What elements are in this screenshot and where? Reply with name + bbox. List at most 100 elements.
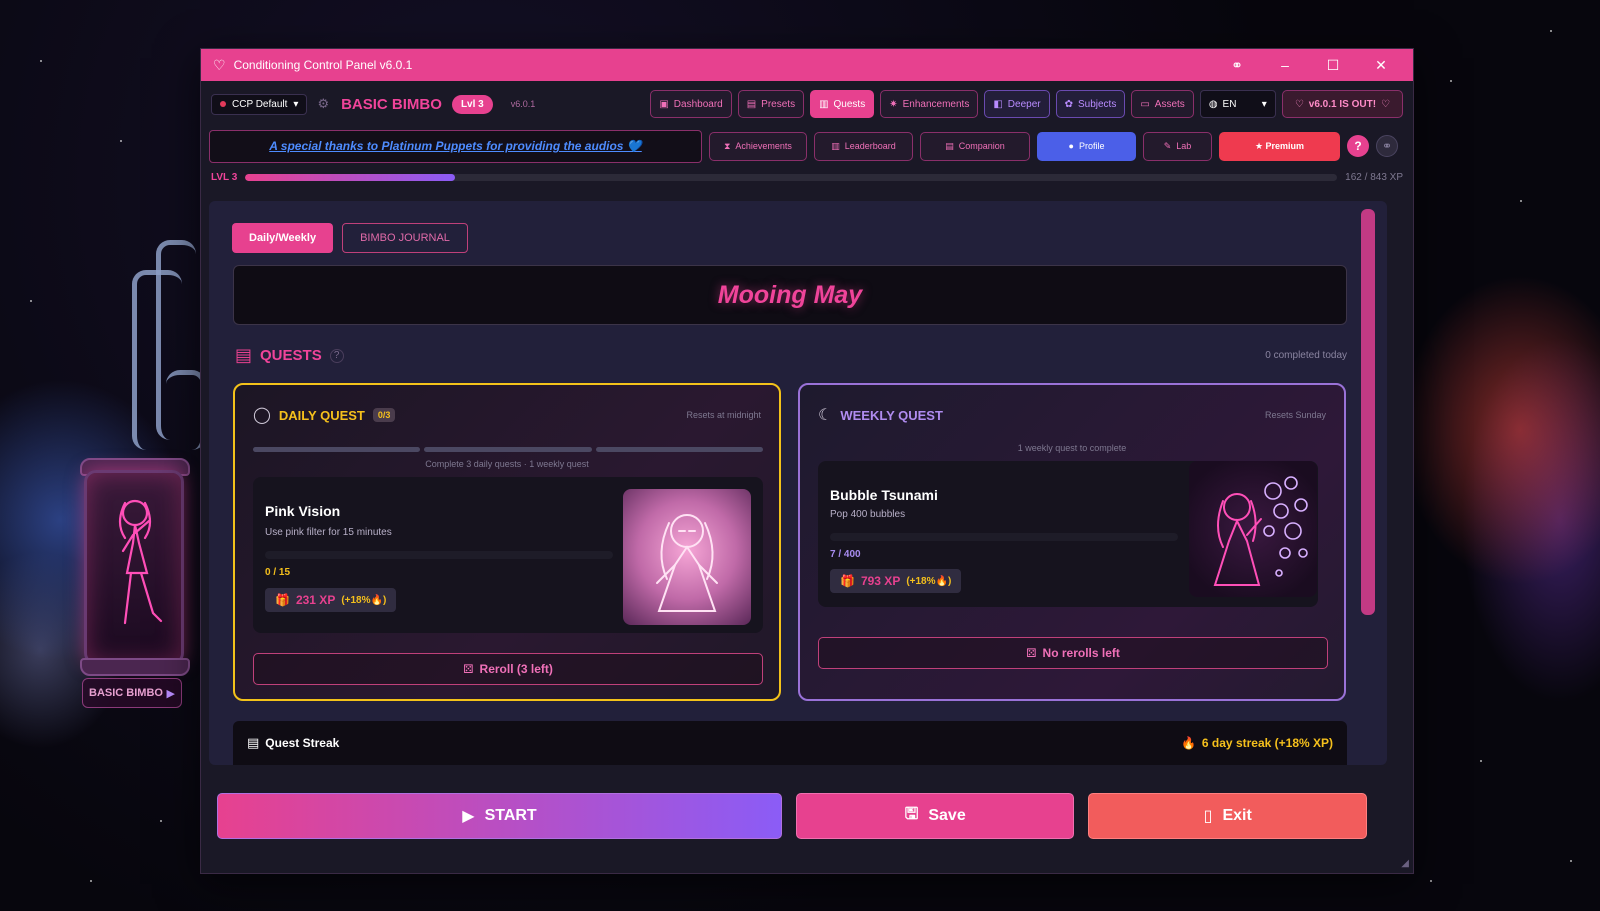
quest-streak-row: ▤ Quest Streak 🔥 6 day streak (+18% XP) [233, 721, 1347, 765]
nav-label: Subjects [1077, 98, 1117, 110]
weekly-progress-bar [830, 533, 1178, 541]
status-dot [220, 101, 226, 107]
quests-help-icon[interactable]: ? [329, 348, 344, 363]
weekly-quest-details: Bubble Tsunami Pop 400 bubbles 7 / 400 🎁… [818, 461, 1318, 607]
quest-streak-label: Quest Streak [265, 736, 340, 750]
profile-dropdown[interactable]: CCP Default ▾ [211, 93, 308, 115]
exit-label: Exit [1222, 807, 1252, 824]
chart-icon: ▥ [831, 140, 840, 151]
daily-quest-card: ◯ DAILY QUEST 0/3 Resets at midnight Com… [233, 383, 781, 701]
heart-icon: ♡ [213, 56, 226, 73]
gear-icon[interactable]: ⚙ [317, 96, 329, 112]
pod-play-button[interactable]: BASIC BIMBO ▶ [82, 678, 182, 708]
weekly-reset-note: Resets Sunday [1264, 410, 1326, 420]
secondary-toolbar: A special thanks to Platinum Puppets for… [201, 127, 1413, 165]
daily-caption: Complete 3 daily quests · 1 weekly quest [425, 459, 589, 469]
daily-reroll-button[interactable]: ⚄ Reroll (3 left) [253, 653, 763, 685]
streak-text: 6 day streak (+18% XP) [1201, 736, 1333, 750]
chevron-down-icon: ▾ [293, 98, 299, 110]
link-icon[interactable]: ⚭ [1217, 57, 1257, 74]
button-label: ★ Premium [1254, 140, 1305, 151]
xp-value: 793 XP [860, 574, 901, 588]
companion-icon: ▤ [945, 140, 954, 151]
quest-streak-value: 🔥 6 day streak (+18% XP) [1181, 736, 1333, 750]
help-button[interactable]: ? [1347, 135, 1369, 157]
window-title: Conditioning Control Panel v6.0.1 [233, 58, 413, 72]
nav-dashboard[interactable]: ▣ Dashboard [650, 90, 732, 118]
tab-daily-weekly[interactable]: Daily/Weekly [232, 223, 334, 253]
daily-quest-name: Pink Vision [265, 503, 341, 519]
play-icon: ▶ [462, 808, 475, 825]
nav-label: Quests [833, 98, 866, 110]
button-label: Achievements [735, 141, 792, 151]
calendar-icon: ▤ [247, 735, 260, 750]
daily-reset-note: Resets at midnight [686, 410, 761, 420]
profile-button[interactable]: ● Profile [1037, 131, 1136, 161]
nav-deeper[interactable]: ◧ Deeper [984, 90, 1050, 118]
gift-icon: 🎁 [275, 593, 290, 607]
start-label: START [484, 807, 537, 824]
link-icon[interactable]: ⚭ [1376, 135, 1398, 157]
pink-vision-illustration [656, 514, 718, 612]
dice-icon: ⚄ [463, 662, 474, 676]
subjects-icon: ✿ [1064, 98, 1073, 110]
minimize-button[interactable]: – [1265, 57, 1305, 73]
dashboard-icon: ▣ [659, 98, 669, 110]
gift-icon: 🎁 [840, 574, 855, 588]
button-label: Lab [1176, 141, 1192, 151]
door-icon: ▯ [1203, 808, 1213, 825]
play-icon: ▶ [166, 687, 175, 700]
floppy-icon: 🖫 [904, 805, 919, 823]
achievements-button[interactable]: ⧗ Achievements [709, 131, 807, 161]
flame-icon: 🔥 [1180, 736, 1196, 750]
nav-label: Assets [1154, 98, 1185, 110]
nav-assets[interactable]: ▭ Assets [1131, 90, 1194, 118]
xp-level-label: LVL 3 [211, 171, 238, 183]
segment [595, 447, 763, 452]
nav-presets[interactable]: ▤ Presets [737, 90, 805, 118]
save-button[interactable]: 🖫 Save [795, 793, 1075, 839]
start-button[interactable]: ▶ START [217, 793, 782, 839]
heart-icon: ♡ [1381, 98, 1390, 110]
quest-tabs: Daily/Weekly BIMBO JOURNAL [232, 223, 468, 253]
heart-icon: ♡ [1294, 98, 1304, 110]
close-button[interactable]: ✕ [1361, 57, 1401, 74]
presets-icon: ▤ [746, 98, 757, 110]
weekly-quest-image [1189, 461, 1317, 597]
user-icon: ● [1068, 141, 1074, 151]
leaderboard-button[interactable]: ▥ Leaderboard [814, 131, 913, 161]
resize-grip-icon[interactable]: ◢ [1401, 858, 1409, 869]
language-select[interactable]: ◍ EN ▾ [1199, 90, 1276, 118]
daily-quest-description: Use pink filter for 15 minutes [265, 527, 392, 538]
weekly-reroll-button[interactable]: ⚄ No rerolls left [818, 637, 1328, 669]
companion-button[interactable]: ▤ Companion [920, 131, 1030, 161]
lab-button[interactable]: ✎ Lab [1143, 131, 1212, 161]
premium-button[interactable]: ★ Premium [1219, 131, 1340, 161]
quests-title: QUESTS [260, 347, 322, 364]
tab-bimbo-journal[interactable]: BIMBO JOURNAL [342, 223, 468, 253]
nav-quests[interactable]: ▥ Quests [810, 90, 875, 118]
chevron-down-icon: ▾ [1261, 98, 1267, 110]
scrollbar[interactable] [1361, 209, 1375, 615]
exit-button[interactable]: ▯ Exit [1088, 793, 1367, 839]
daily-quest-count: 0/3 [372, 408, 396, 422]
xp-progress-fill [245, 173, 455, 181]
button-label: Profile [1078, 141, 1105, 151]
pod-base [80, 658, 190, 676]
save-label: Save [928, 807, 966, 824]
reroll-label: No rerolls left [1042, 646, 1120, 660]
nav-enhancements[interactable]: ✷ Enhancements [880, 90, 979, 118]
thanks-link[interactable]: A special thanks to Platinum Puppets for… [269, 139, 642, 153]
nav-subjects[interactable]: ✿ Subjects [1055, 90, 1126, 118]
profile-dropdown-value: CCP Default [232, 98, 288, 110]
quests-panel: Daily/Weekly BIMBO JOURNAL Mooing May ▤ … [209, 201, 1387, 765]
xp-value: 231 XP [295, 593, 336, 607]
circle-icon: ◯ [253, 407, 271, 424]
update-notice-button[interactable]: ♡ v6.0.1 IS OUT! ♡ [1281, 90, 1403, 118]
daily-quest-image [623, 489, 751, 625]
daily-progress-text: 0 / 15 [265, 567, 291, 578]
title-bar: ♡ Conditioning Control Panel v6.0.1 ⚭ – … [201, 49, 1413, 81]
language-value: EN [1222, 98, 1237, 110]
nav-label: Deeper [1007, 98, 1041, 110]
maximize-button[interactable]: ☐ [1313, 57, 1353, 74]
